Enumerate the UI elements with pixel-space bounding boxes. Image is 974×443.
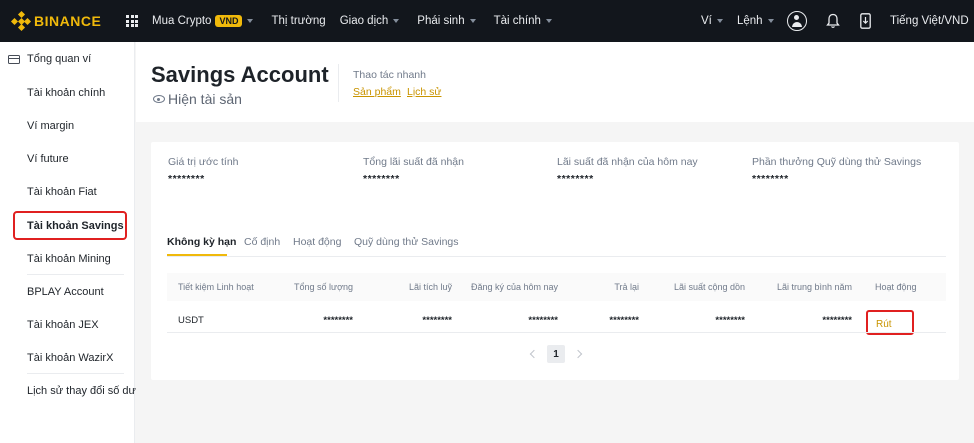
sidebar-overview-label: Tổng quan ví: [27, 53, 92, 65]
nav-wallet-label: Ví: [701, 15, 712, 27]
nav-finance[interactable]: Tài chính: [494, 15, 552, 27]
nav-derivatives-label: Phái sinh: [417, 15, 465, 27]
nav-orders[interactable]: Lệnh: [737, 0, 774, 42]
summary-label-total-interest: Tổng lãi suất đã nhận: [363, 156, 464, 168]
chevron-down-icon: [469, 19, 476, 23]
wallet-icon: [8, 54, 20, 64]
eye-icon: [153, 95, 165, 103]
nav-trade[interactable]: Giao dịch: [340, 15, 400, 27]
logo-text: BINANCE: [34, 13, 102, 29]
summary-value-estimated-value: ********: [168, 173, 205, 185]
tab-flexible[interactable]: Không kỳ hạn: [167, 236, 236, 248]
nav-wallet[interactable]: Ví: [701, 0, 723, 42]
sidebar-divider: [27, 373, 124, 374]
sidebar-item-wazirx[interactable]: Tài khoản WazirX: [27, 352, 113, 364]
user-avatar-icon: [787, 11, 807, 31]
nav-markets-label: Thị trường: [271, 15, 326, 27]
cell-asset: USDT: [178, 315, 204, 326]
language-label: Tiếng Việt/VND: [890, 15, 969, 27]
quick-actions-label: Thao tác nhanh: [353, 69, 426, 81]
sidebar-item-margin[interactable]: Ví margin: [27, 120, 74, 132]
column-header: Tiết kiệm Linh hoạt: [178, 282, 254, 292]
apps-grid-icon[interactable]: [126, 15, 138, 27]
chevron-right-icon[interactable]: [573, 349, 583, 359]
savings-card: Không kỳ hạn Cố định Hoạt động Quỹ dùng …: [151, 214, 959, 380]
column-header: Lãi suất cộng dồn: [673, 282, 745, 292]
tab-activities[interactable]: Hoạt động: [293, 236, 341, 248]
summary-value-trial-rewards: ********: [752, 173, 789, 185]
summary-value-total-interest: ********: [363, 173, 400, 185]
sidebar-item-fiat[interactable]: Tài khoản Fiat: [27, 186, 97, 198]
sidebar-item-balance-history[interactable]: Lịch sử thay đổi số dư: [27, 385, 136, 397]
nav-orders-label: Lệnh: [737, 15, 763, 27]
cell-cumulative: ********: [715, 315, 745, 326]
cell-today-subscription: ********: [528, 315, 558, 326]
summary-label-today-interest: Lãi suất đã nhận của hôm nay: [557, 156, 698, 168]
cell-returned: ********: [609, 315, 639, 326]
column-header: Lãi tích luỹ: [408, 282, 452, 292]
cell-total: ********: [323, 315, 353, 326]
main-content: Savings Account Hiện tài sản Thao tác nh…: [136, 42, 974, 443]
column-header: Lãi trung bình năm: [776, 282, 852, 292]
bell-icon: [826, 13, 840, 28]
account-button[interactable]: [787, 0, 807, 42]
tabs-divider: [167, 256, 946, 257]
chevron-down-icon: [716, 19, 723, 23]
column-header: Đăng ký của hôm nay: [470, 282, 558, 292]
sidebar-item-main-account[interactable]: Tài khoản chính: [27, 87, 105, 99]
wallet-sidebar: Tổng quan ví Tài khoản chính Ví margin V…: [0, 42, 136, 443]
page-title: Savings Account: [151, 62, 329, 87]
sidebar-divider: [27, 274, 124, 275]
language-selector[interactable]: Tiếng Việt/VND: [890, 0, 969, 42]
sidebar-item-futures[interactable]: Ví future: [27, 153, 69, 165]
cell-annual-average: ********: [822, 315, 852, 326]
nav-finance-label: Tài chính: [493, 15, 541, 27]
row-divider: [167, 332, 946, 333]
table-header: Tiết kiệm Linh hoạt Tổng số lượng Lãi tí…: [167, 273, 946, 301]
sidebar-item-jex[interactable]: Tài khoản JEX: [27, 319, 99, 331]
summary-label-estimated-value: Giá trị ước tính: [168, 156, 239, 168]
sidebar-overview[interactable]: Tổng quan ví: [8, 53, 91, 65]
column-header: Hoạt động: [875, 282, 917, 292]
top-navbar: BINANCE Mua Crypto VND Thị trường Giao d…: [0, 0, 974, 42]
tab-locked[interactable]: Cố định: [244, 236, 280, 248]
binance-logo[interactable]: BINANCE: [10, 10, 108, 32]
chevron-down-icon: [767, 19, 774, 23]
page-header: Savings Account Hiện tài sản Thao tác nh…: [136, 42, 974, 122]
nav-trade-label: Giao dịch: [339, 15, 389, 27]
pagination: 1: [529, 345, 583, 363]
chevron-down-icon: [545, 19, 552, 23]
summary-value-today-interest: ********: [557, 173, 594, 185]
column-header: Tổng số lượng: [294, 282, 353, 292]
header-divider: [338, 64, 339, 102]
column-header: Trả lại: [614, 282, 639, 292]
chevron-left-icon[interactable]: [529, 349, 539, 359]
chevron-down-icon: [393, 19, 400, 23]
tab-trial-fund[interactable]: Quỹ dùng thử Savings: [354, 236, 459, 248]
nav-derivatives[interactable]: Phái sinh: [417, 15, 476, 27]
download-app-button[interactable]: [860, 0, 871, 42]
sidebar-item-savings[interactable]: Tài khoản Savings: [27, 220, 124, 232]
sidebar-item-bplay[interactable]: BPLAY Account: [27, 286, 104, 298]
page-number[interactable]: 1: [547, 345, 565, 363]
nav-markets[interactable]: Thị trường: [271, 15, 325, 27]
nav-buy-crypto[interactable]: Mua Crypto VND: [152, 15, 254, 27]
mobile-download-icon: [860, 13, 871, 29]
nav-buy-crypto-label: Mua Crypto: [152, 15, 212, 27]
history-link[interactable]: Lịch sử: [407, 86, 441, 98]
products-link[interactable]: Sản phẩm: [353, 86, 401, 98]
binance-logo-icon: [10, 10, 32, 32]
sidebar-item-mining[interactable]: Tài khoản Mining: [27, 253, 111, 265]
show-assets-toggle[interactable]: Hiện tài sản: [153, 91, 242, 107]
vnd-badge: VND: [215, 15, 243, 27]
summary-label-trial-rewards: Phần thưởng Quỹ dùng thử Savings: [752, 156, 922, 168]
cell-accrued: ********: [422, 315, 452, 326]
chevron-down-icon: [247, 19, 254, 23]
notifications-button[interactable]: [826, 0, 840, 42]
show-assets-label: Hiện tài sản: [168, 91, 242, 107]
